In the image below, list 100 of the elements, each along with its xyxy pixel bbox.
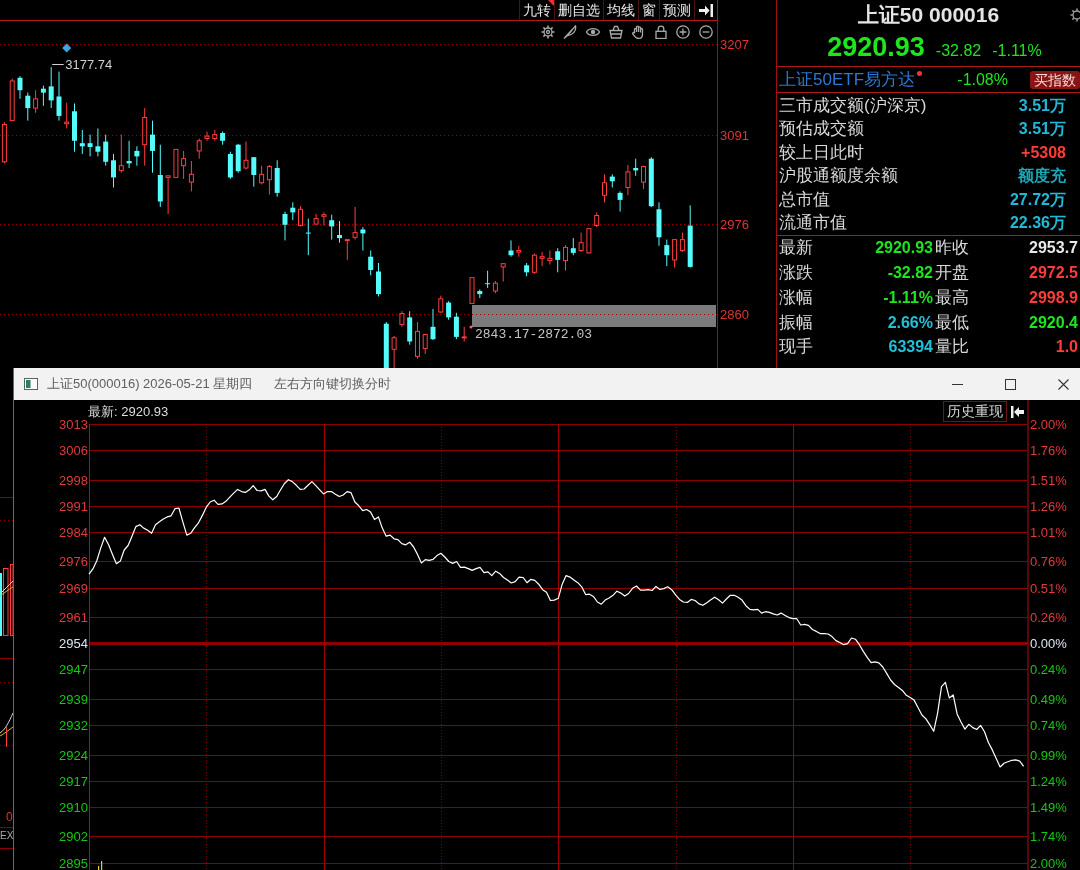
percent-tick-label: 0.00% [1030, 636, 1067, 651]
close-icon [1057, 378, 1069, 390]
axis-tick-label: 2917 [59, 774, 88, 789]
stat-value: 3.51万 [1018, 119, 1067, 140]
candle [165, 175, 171, 215]
axis-tick-label: 2939 [59, 692, 88, 707]
quote-value: 2.66% [887, 312, 933, 333]
plus-circle-icon[interactable] [676, 25, 691, 39]
candle [196, 138, 202, 160]
stat-label: 沪股通额度余额 [778, 166, 898, 187]
candle [142, 107, 148, 167]
window-title: 上证50(000016) 2026-05-21 星期四 [47, 376, 253, 392]
index-title: 上证50 000016 [857, 3, 1000, 27]
percent-tick-label: 0.51% [1030, 581, 1067, 596]
candle [157, 144, 163, 208]
candle [664, 239, 670, 267]
candle [235, 143, 241, 174]
feather-icon[interactable] [563, 25, 578, 39]
candle [352, 206, 358, 241]
candle [422, 333, 428, 355]
toolbar-button[interactable]: 九转 [519, 0, 554, 20]
hand-icon[interactable] [631, 25, 646, 39]
axis-tick-label: 2860 [720, 307, 749, 322]
anchor-dot-icon [469, 325, 473, 329]
candle [633, 158, 639, 177]
axis-tick-label: 3006 [59, 443, 88, 458]
axis-tick-label: 2932 [59, 718, 88, 733]
candle [298, 205, 303, 227]
toolbar-button[interactable]: 均线 [603, 0, 638, 20]
stat-value: +5308 [1021, 142, 1067, 163]
gear-icon[interactable] [540, 25, 555, 39]
candle [204, 131, 210, 142]
candle [578, 232, 584, 253]
axis-tick-label: 3207 [720, 37, 749, 52]
quote-label: 涨跌 [779, 263, 813, 284]
candle [79, 129, 85, 155]
quote-label: 最新 [779, 238, 813, 259]
candle [243, 141, 249, 171]
quote-label: 开盘 [935, 263, 969, 284]
candle [500, 262, 506, 283]
gear-icon[interactable] [1070, 8, 1080, 22]
percent-tick-label: 1.74% [1030, 829, 1067, 844]
quote-value: 2953.7 [1029, 238, 1078, 259]
percent-tick-label: 2.00% [1030, 417, 1067, 432]
axis-tick-label: 2947 [59, 662, 88, 677]
axis-tick-label: 2910 [59, 800, 88, 815]
price-change-percent: -1.11% [992, 41, 1042, 61]
candle [25, 92, 31, 122]
last-price: 2920.93 [827, 32, 925, 62]
quote-value: 2998.9 [1029, 287, 1078, 308]
fund-link[interactable]: 上证50ETF易方达 [779, 69, 916, 90]
partial-label: EX [0, 829, 13, 841]
percent-tick-label: 0.26% [1030, 610, 1067, 625]
candle [648, 156, 654, 208]
toolbar-button[interactable]: 窗 [638, 0, 659, 20]
candle [150, 120, 155, 174]
quote-label: 现手 [779, 337, 813, 358]
axis-tick-label: 2961 [59, 610, 88, 625]
candle [344, 239, 350, 261]
candle [72, 103, 77, 153]
candle [48, 66, 54, 109]
quote-label: 最高 [935, 287, 969, 308]
history-replay-button[interactable]: 历史重现 [943, 401, 1007, 422]
stat-value: 额度充 [1018, 166, 1067, 187]
lock-icon[interactable] [653, 25, 668, 39]
price-range-label: 2843.17-2872.03 [475, 326, 593, 342]
price-change: -32.82 [935, 41, 982, 61]
candle [469, 277, 475, 304]
axis-tick-label: 2976 [59, 554, 88, 569]
leader-line [51, 64, 65, 65]
candle [321, 211, 327, 227]
percent-tick-label: 1.76% [1030, 443, 1067, 458]
quote-value: 2920.4 [1029, 312, 1078, 333]
candle [227, 151, 233, 180]
window-hint-text: 左右方向键切换分时 [274, 376, 392, 392]
candle [687, 204, 693, 269]
quote-value: 63394 [888, 337, 933, 358]
diamond-marker-icon [62, 43, 72, 53]
minus-circle-icon[interactable] [699, 25, 713, 39]
arrow-to-bar-icon [699, 3, 713, 17]
candle [134, 145, 140, 167]
buy-index-button[interactable]: 买指数 [1030, 70, 1080, 89]
candle [376, 262, 381, 297]
candle [391, 335, 397, 368]
candle [399, 310, 405, 328]
candle [508, 239, 514, 258]
candle [641, 165, 646, 190]
eye-icon[interactable] [586, 25, 601, 39]
candle [87, 134, 93, 157]
toolbar-button[interactable]: 删自选 [554, 0, 603, 20]
candle [17, 75, 23, 100]
axis-tick-label: 2924 [59, 748, 88, 763]
candle [555, 247, 561, 273]
candle [602, 173, 607, 203]
quote-label: 量比 [935, 337, 969, 358]
stat-label: 总市值 [778, 189, 830, 210]
candle [282, 211, 288, 241]
app-window-icon [24, 378, 38, 390]
basket-icon[interactable] [608, 25, 623, 39]
toolbar-button[interactable]: 预测 [659, 0, 694, 20]
